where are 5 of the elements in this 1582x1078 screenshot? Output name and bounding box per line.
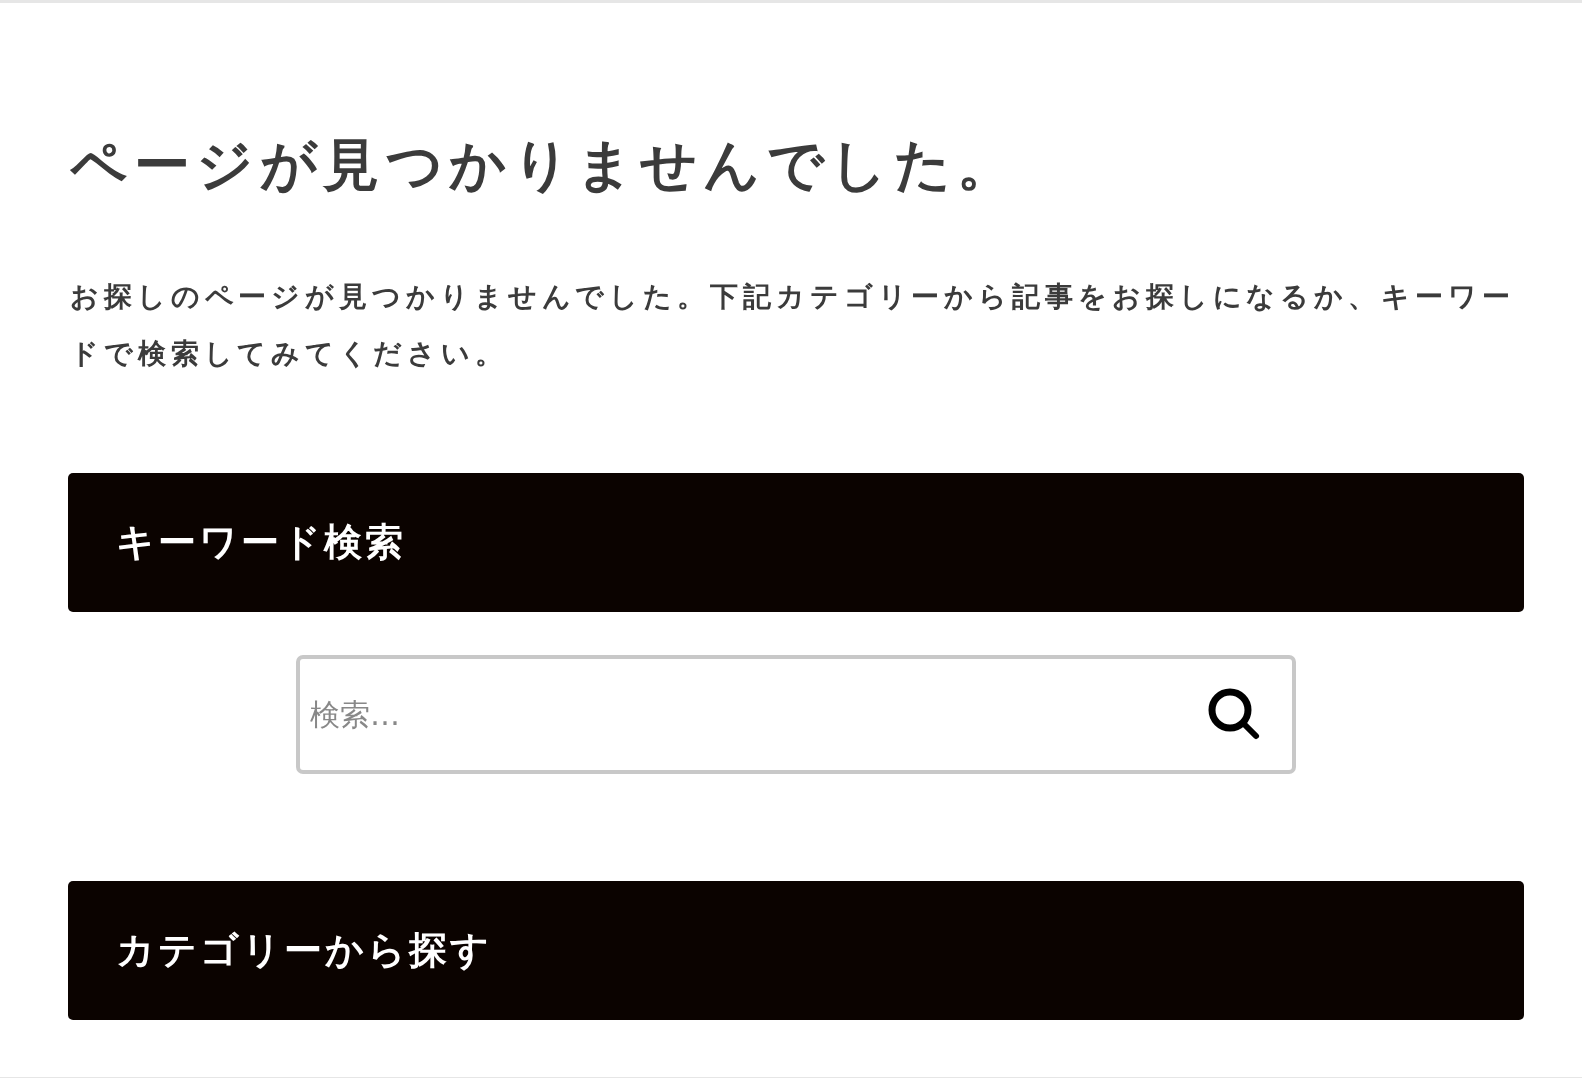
message-text: お探しのページが見つかりませんでした。下記カテゴリーから記事をお探しになるか、キーワードで検索してみてください。 <box>70 279 1516 373</box>
section-heading: キーワード検索 <box>116 519 406 566</box>
search-field[interactable]: 検索… <box>296 655 1296 775</box>
page-title: ページが見つかりませんでした。 <box>70 131 1021 199</box>
section-heading: カテゴリーから探す <box>116 927 492 974</box>
